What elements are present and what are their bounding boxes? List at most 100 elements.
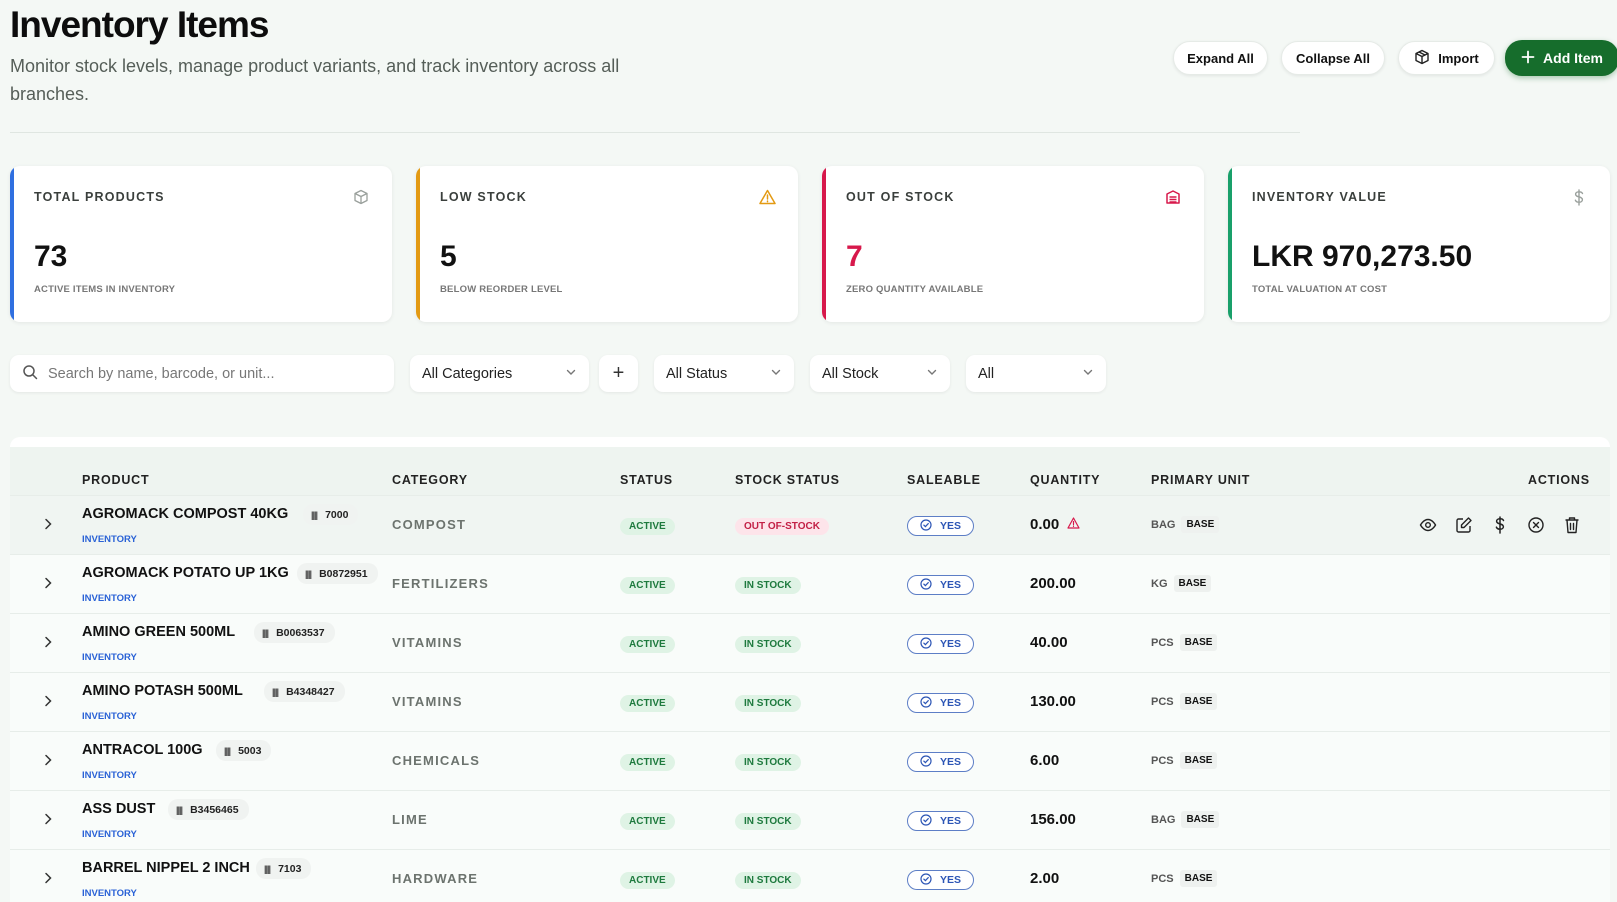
table-row[interactable]: AGROMACK POTATO UP 1KG |||| B0872951 INVE…: [10, 554, 1610, 613]
search-input[interactable]: [48, 365, 368, 382]
stat-caption: ACTIVE ITEMS IN INVENTORY: [34, 284, 176, 295]
product-name[interactable]: ANTRACOL 100G: [82, 742, 203, 758]
search-box[interactable]: [10, 355, 394, 392]
chevron-right-icon[interactable]: [40, 575, 56, 591]
unit-cell: PCS BASE: [1151, 693, 1218, 710]
barcode-badge: |||| B0872951: [297, 563, 378, 584]
column-header-primary-unit[interactable]: PRIMARY UNIT: [1151, 473, 1250, 487]
product-name[interactable]: AGROMACK COMPOST 40KG: [82, 506, 288, 522]
edit-icon[interactable]: [1454, 515, 1474, 535]
dollar-icon[interactable]: [1490, 515, 1510, 535]
stock-status-badge: IN STOCK: [735, 813, 801, 830]
add-item-label: Add Item: [1543, 50, 1603, 66]
quantity-cell: 130.00: [1030, 693, 1076, 710]
table-row[interactable]: AGROMACK COMPOST 40KG |||| 7000 INVENTORY…: [10, 495, 1610, 554]
chevron-down-icon: [926, 366, 938, 382]
add-category-button[interactable]: +: [599, 355, 638, 392]
barcode-badge: |||| B3456465: [168, 799, 249, 820]
stat-caption: BELOW REORDER LEVEL: [440, 284, 563, 295]
product-name[interactable]: AMINO POTASH 500ML: [82, 683, 243, 699]
barcode-value: 7103: [278, 862, 302, 875]
saleable-value: YES: [939, 756, 961, 768]
chevron-right-icon[interactable]: [40, 752, 56, 768]
stock-status-badge: IN STOCK: [735, 754, 801, 771]
trash-icon[interactable]: [1562, 515, 1582, 535]
product-name[interactable]: AMINO GREEN 500ML: [82, 624, 235, 640]
saleable-badge: YES: [907, 575, 974, 595]
stock-select[interactable]: All Stock: [810, 355, 950, 392]
stat-label: TOTAL PRODUCTS: [34, 190, 165, 204]
product-type: INVENTORY: [82, 534, 137, 545]
stat-caption: TOTAL VALUATION AT COST: [1252, 284, 1388, 295]
collapse-all-button[interactable]: Collapse All: [1281, 41, 1385, 75]
card-accent: [822, 166, 826, 322]
column-header-stock-status[interactable]: STOCK STATUS: [735, 473, 840, 487]
expand-all-button[interactable]: Expand All: [1173, 41, 1268, 75]
saleable-value: YES: [939, 579, 961, 591]
unit-cell: KG BASE: [1151, 575, 1212, 592]
column-header-quantity[interactable]: QUANTITY: [1030, 473, 1100, 487]
saleable-badge: YES: [907, 752, 974, 772]
stat-card-total-products: TOTAL PRODUCTS 73 ACTIVE ITEMS IN INVENT…: [10, 166, 392, 322]
quantity-value: 200.00: [1030, 575, 1076, 592]
chevron-right-icon[interactable]: [40, 693, 56, 709]
unit-tag: BASE: [1173, 575, 1212, 592]
chevron-right-icon[interactable]: [40, 811, 56, 827]
stat-label: OUT OF STOCK: [846, 190, 955, 204]
chevron-right-icon[interactable]: [40, 516, 56, 532]
table-row[interactable]: BARREL NIPPEL 2 INCH |||| 7103 INVENTORY …: [10, 849, 1610, 902]
eye-icon[interactable]: [1418, 515, 1438, 535]
expand-all-label: Expand All: [1187, 50, 1254, 66]
column-header-product[interactable]: PRODUCT: [82, 473, 149, 487]
table-row[interactable]: ANTRACOL 100G |||| 5003 INVENTORY CHEMICA…: [10, 731, 1610, 790]
import-button[interactable]: Import: [1398, 41, 1495, 75]
product-type: INVENTORY: [82, 711, 137, 722]
type-select[interactable]: All: [966, 355, 1106, 392]
stock-status-badge: IN STOCK: [735, 577, 801, 594]
table-row[interactable]: AMINO GREEN 500ML |||| B0063537 INVENTORY…: [10, 613, 1610, 672]
category-cell: LIME: [392, 812, 428, 827]
category-select[interactable]: All Categories: [410, 355, 589, 392]
check-circle-icon: [920, 872, 932, 888]
column-header-status[interactable]: STATUS: [620, 473, 673, 487]
column-header-saleable[interactable]: SALEABLE: [907, 473, 981, 487]
box-icon: [352, 188, 370, 206]
product-name[interactable]: ASS DUST: [82, 801, 155, 817]
barcode-value: B4348427: [286, 685, 335, 698]
barcode-badge: |||| 7000: [303, 504, 359, 525]
category-cell: COMPOST: [392, 517, 467, 532]
collapse-all-label: Collapse All: [1296, 50, 1370, 66]
category-cell: FERTILIZERS: [392, 576, 489, 591]
table-row[interactable]: AMINO POTASH 500ML |||| B4348427 INVENTOR…: [10, 672, 1610, 731]
table-row[interactable]: ASS DUST |||| B3456465 INVENTORY LIME ACT…: [10, 790, 1610, 849]
unit-tag: BASE: [1181, 811, 1220, 828]
page-header: Inventory Items Monitor stock levels, ma…: [10, 0, 1617, 133]
barcode-badge: |||| 5003: [216, 740, 272, 761]
card-accent: [1228, 166, 1232, 322]
check-circle-icon: [920, 813, 932, 829]
status-select[interactable]: All Status: [654, 355, 794, 392]
quantity-cell: 40.00: [1030, 634, 1068, 651]
stat-card-low-stock: LOW STOCK 5 BELOW REORDER LEVEL: [416, 166, 798, 322]
add-item-button[interactable]: Add Item: [1505, 40, 1617, 76]
product-name[interactable]: BARREL NIPPEL 2 INCH: [82, 860, 250, 876]
product-name[interactable]: AGROMACK POTATO UP 1KG: [82, 565, 289, 581]
header-divider: [10, 132, 1300, 133]
plus-icon: [1521, 50, 1535, 67]
quantity-value: 156.00: [1030, 811, 1076, 828]
unit-value: BAG: [1151, 813, 1176, 826]
quantity-cell: 6.00: [1030, 752, 1059, 769]
stock-status-badge: IN STOCK: [735, 695, 801, 712]
chevron-right-icon[interactable]: [40, 634, 56, 650]
status-badge: ACTIVE: [620, 813, 675, 830]
saleable-badge: YES: [907, 811, 974, 831]
barcode-badge: |||| 7103: [256, 858, 312, 879]
deactivate-icon[interactable]: [1526, 515, 1546, 535]
chevron-right-icon[interactable]: [40, 870, 56, 886]
status-badge: ACTIVE: [620, 754, 675, 771]
status-badge: ACTIVE: [620, 872, 675, 889]
stat-value: 73: [34, 240, 68, 273]
column-header-category[interactable]: CATEGORY: [392, 473, 468, 487]
unit-cell: PCS BASE: [1151, 870, 1218, 887]
type-select-value: All: [978, 365, 995, 382]
